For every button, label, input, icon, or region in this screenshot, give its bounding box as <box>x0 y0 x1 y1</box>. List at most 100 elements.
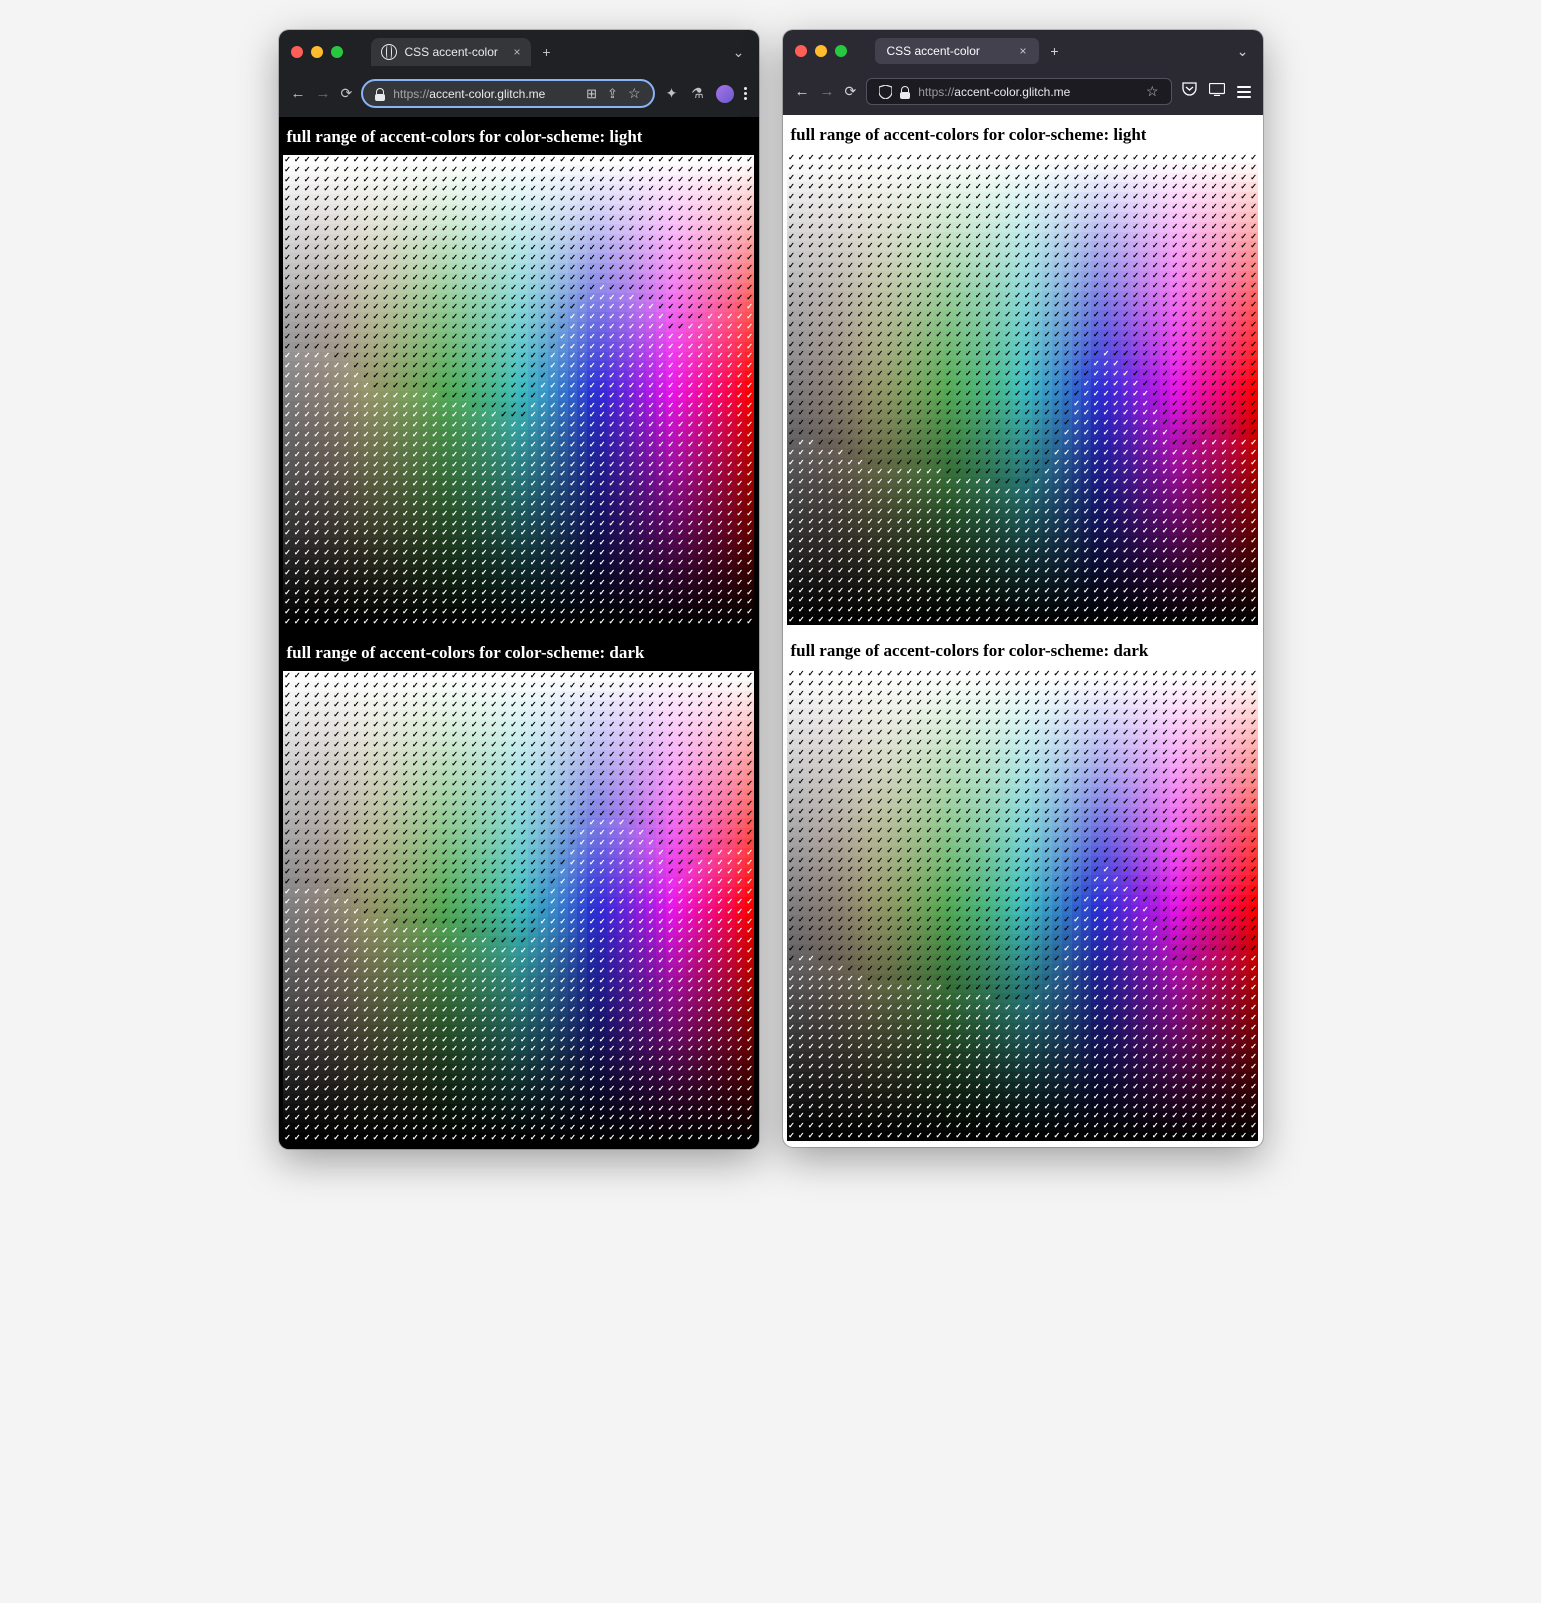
swatch-cell[interactable]: ✓ <box>509 740 519 750</box>
swatch-cell[interactable]: ✓ <box>627 956 637 966</box>
swatch-cell[interactable]: ✓ <box>656 479 666 489</box>
swatch-cell[interactable]: ✓ <box>597 976 607 986</box>
swatch-cell[interactable]: ✓ <box>725 1054 735 1064</box>
swatch-cell[interactable]: ✓ <box>538 1054 548 1064</box>
swatch-cell[interactable]: ✓ <box>745 828 755 838</box>
swatch-cell[interactable]: ✓ <box>420 1035 430 1045</box>
swatch-cell[interactable]: ✓ <box>518 401 528 411</box>
swatch-cell[interactable]: ✓ <box>479 332 489 342</box>
swatch-cell[interactable]: ✓ <box>745 538 755 548</box>
swatch-cell[interactable]: ✓ <box>489 479 499 489</box>
swatch-cell[interactable]: ✓ <box>292 234 302 244</box>
swatch-cell[interactable]: ✓ <box>895 173 905 183</box>
swatch-cell[interactable]: ✓ <box>676 1005 686 1015</box>
swatch-cell[interactable]: ✓ <box>695 538 705 548</box>
swatch-cell[interactable]: ✓ <box>302 440 312 450</box>
close-tab-button[interactable]: × <box>1019 44 1026 58</box>
swatch-cell[interactable]: ✓ <box>725 828 735 838</box>
swatch-cell[interactable]: ✓ <box>695 907 705 917</box>
swatch-cell[interactable]: ✓ <box>735 263 745 273</box>
swatch-cell[interactable]: ✓ <box>796 182 806 192</box>
swatch-cell[interactable]: ✓ <box>725 283 735 293</box>
swatch-cell[interactable]: ✓ <box>430 391 440 401</box>
swatch-cell[interactable]: ✓ <box>430 907 440 917</box>
swatch-cell[interactable]: ✓ <box>1180 153 1190 163</box>
swatch-cell[interactable]: ✓ <box>597 789 607 799</box>
swatch-cell[interactable]: ✓ <box>745 450 755 460</box>
swatch-cell[interactable]: ✓ <box>410 263 420 273</box>
swatch-cell[interactable]: ✓ <box>479 1005 489 1015</box>
swatch-cell[interactable]: ✓ <box>607 558 617 568</box>
swatch-cell[interactable]: ✓ <box>695 155 705 165</box>
reload-button[interactable]: ⟳ <box>845 83 857 100</box>
swatch-cell[interactable]: ✓ <box>410 401 420 411</box>
swatch-cell[interactable]: ✓ <box>568 1054 578 1064</box>
swatch-cell[interactable]: ✓ <box>666 263 676 273</box>
swatch-cell[interactable]: ✓ <box>410 779 420 789</box>
swatch-cell[interactable]: ✓ <box>371 607 381 617</box>
swatch-cell[interactable]: ✓ <box>381 381 391 391</box>
swatch-cell[interactable]: ✓ <box>292 976 302 986</box>
swatch-cell[interactable]: ✓ <box>646 607 656 617</box>
swatch-cell[interactable]: ✓ <box>1081 153 1091 163</box>
swatch-cell[interactable]: ✓ <box>924 182 934 192</box>
swatch-cell[interactable]: ✓ <box>381 1113 391 1123</box>
swatch-cell[interactable]: ✓ <box>459 838 469 848</box>
swatch-cell[interactable]: ✓ <box>607 789 617 799</box>
swatch-cell[interactable]: ✓ <box>816 163 826 173</box>
swatch-cell[interactable]: ✓ <box>666 440 676 450</box>
close-window-button[interactable] <box>291 46 303 58</box>
swatch-cell[interactable]: ✓ <box>459 607 469 617</box>
swatch-cell[interactable]: ✓ <box>341 671 351 681</box>
swatch-cell[interactable]: ✓ <box>430 1054 440 1064</box>
swatch-cell[interactable]: ✓ <box>410 1094 420 1104</box>
swatch-cell[interactable]: ✓ <box>568 1104 578 1114</box>
swatch-cell[interactable]: ✓ <box>538 450 548 460</box>
swatch-cell[interactable]: ✓ <box>686 578 696 588</box>
swatch-cell[interactable]: ✓ <box>509 607 519 617</box>
swatch-cell[interactable]: ✓ <box>410 730 420 740</box>
swatch-cell[interactable]: ✓ <box>646 234 656 244</box>
swatch-cell[interactable]: ✓ <box>558 750 568 760</box>
swatch-cell[interactable]: ✓ <box>499 519 509 529</box>
swatch-cell[interactable]: ✓ <box>361 1133 371 1143</box>
swatch-cell[interactable]: ✓ <box>351 440 361 450</box>
swatch-cell[interactable]: ✓ <box>656 750 666 760</box>
swatch-cell[interactable]: ✓ <box>676 411 686 421</box>
swatch-cell[interactable]: ✓ <box>499 759 509 769</box>
swatch-cell[interactable]: ✓ <box>725 460 735 470</box>
swatch-cell[interactable]: ✓ <box>607 293 617 303</box>
swatch-cell[interactable]: ✓ <box>577 1104 587 1114</box>
swatch-cell[interactable]: ✓ <box>577 1064 587 1074</box>
swatch-cell[interactable]: ✓ <box>528 789 538 799</box>
swatch-cell[interactable]: ✓ <box>787 153 797 163</box>
swatch-cell[interactable]: ✓ <box>568 799 578 809</box>
swatch-cell[interactable]: ✓ <box>410 799 420 809</box>
swatch-cell[interactable]: ✓ <box>518 730 528 740</box>
swatch-cell[interactable]: ✓ <box>636 322 646 332</box>
swatch-cell[interactable]: ✓ <box>686 479 696 489</box>
swatch-cell[interactable]: ✓ <box>312 848 322 858</box>
swatch-cell[interactable]: ✓ <box>400 917 410 927</box>
swatch-cell[interactable]: ✓ <box>735 381 745 391</box>
swatch-cell[interactable]: ✓ <box>420 253 430 263</box>
swatch-cell[interactable]: ✓ <box>1199 153 1209 163</box>
swatch-cell[interactable]: ✓ <box>322 710 332 720</box>
swatch-cell[interactable]: ✓ <box>509 1113 519 1123</box>
swatch-cell[interactable]: ✓ <box>381 204 391 214</box>
swatch-cell[interactable]: ✓ <box>568 263 578 273</box>
swatch-cell[interactable]: ✓ <box>361 332 371 342</box>
swatch-cell[interactable]: ✓ <box>420 966 430 976</box>
swatch-cell[interactable]: ✓ <box>509 750 519 760</box>
swatch-cell[interactable]: ✓ <box>666 165 676 175</box>
swatch-cell[interactable]: ✓ <box>312 1054 322 1064</box>
swatch-cell[interactable]: ✓ <box>1219 212 1229 222</box>
swatch-cell[interactable]: ✓ <box>656 818 666 828</box>
swatch-cell[interactable]: ✓ <box>351 342 361 352</box>
swatch-cell[interactable]: ✓ <box>499 558 509 568</box>
swatch-cell[interactable]: ✓ <box>312 828 322 838</box>
swatch-cell[interactable]: ✓ <box>597 175 607 185</box>
swatch-cell[interactable]: ✓ <box>322 956 332 966</box>
swatch-cell[interactable]: ✓ <box>381 986 391 996</box>
swatch-cell[interactable]: ✓ <box>826 173 836 183</box>
